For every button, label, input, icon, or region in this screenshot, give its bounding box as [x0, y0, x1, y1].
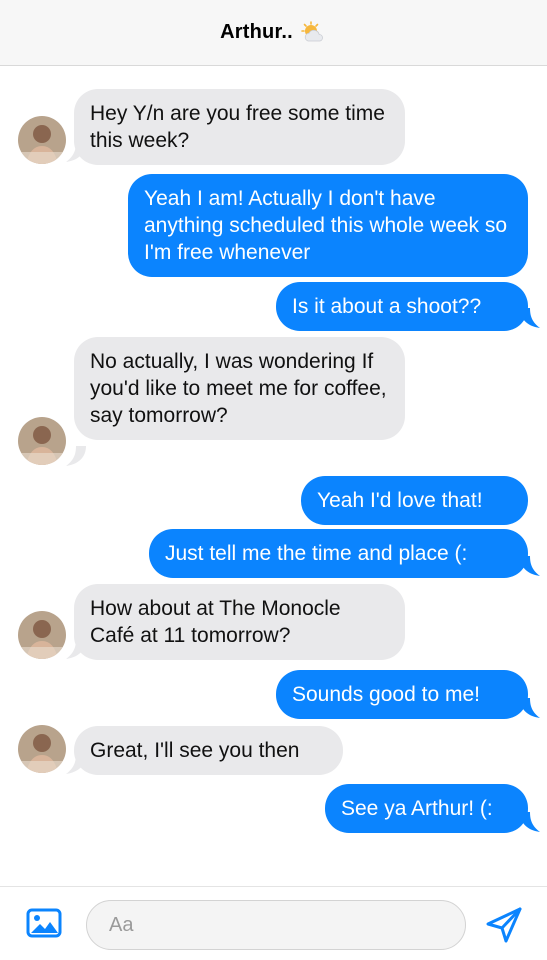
- message-thread[interactable]: Hey Y/n are you free some time this week…: [0, 66, 547, 886]
- avatar-photo: [18, 611, 66, 659]
- message-text: No actually, I was wondering If you'd li…: [90, 350, 387, 427]
- message-input[interactable]: Aa: [86, 900, 466, 950]
- message-text: Just tell me the time and place (:: [165, 542, 468, 565]
- avatar[interactable]: [18, 417, 66, 465]
- send-icon[interactable]: [484, 907, 524, 943]
- bubble-tail: [66, 446, 86, 466]
- message-bubble-outgoing[interactable]: Is it about a shoot??: [276, 282, 528, 331]
- message-text: Yeah I'd love that!: [317, 489, 483, 512]
- chat-header: Arthur..: [0, 0, 547, 66]
- message-bubble-outgoing[interactable]: See ya Arthur! (:: [325, 784, 528, 833]
- message-bubble-incoming[interactable]: Hey Y/n are you free some time this week…: [74, 89, 405, 165]
- message-text: Hey Y/n are you free some time this week…: [90, 102, 385, 152]
- message-bubble-outgoing[interactable]: Just tell me the time and place (:: [149, 529, 528, 578]
- avatar-photo: [18, 417, 66, 465]
- message-text: Great, I'll see you then: [90, 739, 300, 762]
- avatar[interactable]: [18, 116, 66, 164]
- avatar-photo: [18, 116, 66, 164]
- message-text: Is it about a shoot??: [292, 295, 482, 318]
- message-text: How about at The Monocle Café at 11 tomo…: [90, 597, 341, 647]
- message-input-placeholder: Aa: [109, 913, 134, 936]
- photo-icon[interactable]: [26, 907, 62, 939]
- contact-name[interactable]: Arthur..: [220, 21, 293, 44]
- message-bubble-outgoing[interactable]: Yeah I am! Actually I don't have anythin…: [128, 174, 528, 277]
- sun-behind-cloud-icon: [301, 20, 323, 41]
- message-bubble-incoming[interactable]: No actually, I was wondering If you'd li…: [74, 337, 405, 440]
- message-text: Sounds good to me!: [292, 683, 480, 706]
- title-wrap: Arthur..: [220, 20, 327, 45]
- message-bubble-outgoing[interactable]: Yeah I'd love that!: [301, 476, 528, 525]
- message-bubble-incoming[interactable]: Great, I'll see you then: [74, 726, 343, 775]
- message-text: Yeah I am! Actually I don't have anythin…: [144, 187, 508, 264]
- message-bubble-incoming[interactable]: How about at The Monocle Café at 11 tomo…: [74, 584, 405, 660]
- composer-bar: Aa: [0, 886, 547, 960]
- avatar[interactable]: [18, 611, 66, 659]
- avatar[interactable]: [18, 725, 66, 773]
- avatar-photo: [18, 725, 66, 773]
- message-bubble-outgoing[interactable]: Sounds good to me!: [276, 670, 528, 719]
- message-text: See ya Arthur! (:: [341, 797, 493, 820]
